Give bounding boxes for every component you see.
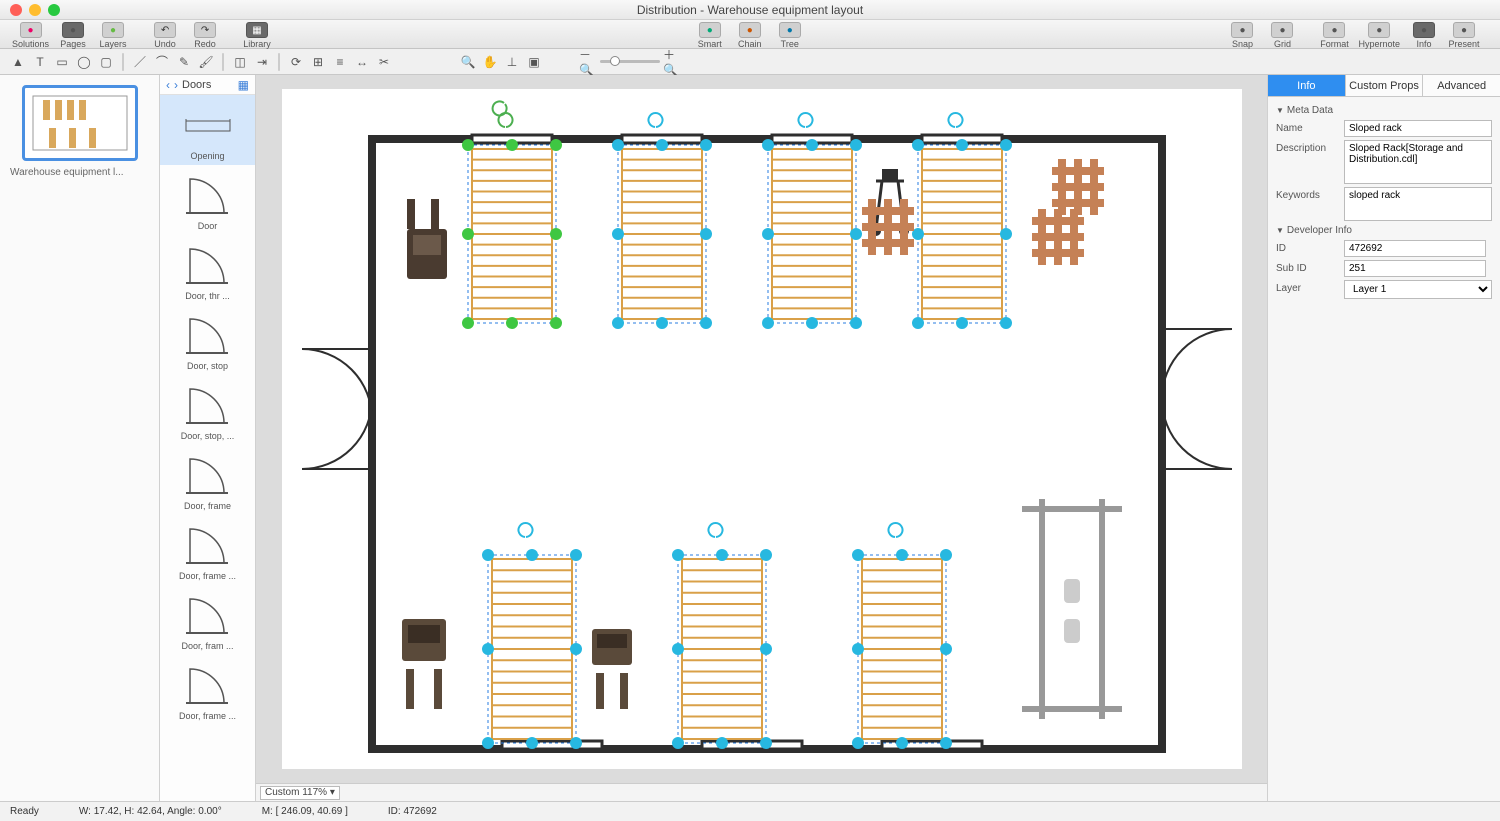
view-button-layers[interactable]: ●Layers — [93, 22, 133, 49]
brush-tool-icon[interactable]: 🖌 — [196, 53, 216, 71]
stencil-item[interactable]: Door, frame — [160, 445, 255, 515]
stencil-panel: ‹ › Doors ▦ OpeningDoorDoor, thr ...Door… — [160, 75, 256, 801]
zoom-in-plus-icon[interactable]: ＋🔍 — [662, 53, 682, 71]
fit-tool-icon[interactable]: ▣ — [524, 53, 544, 71]
separator — [122, 53, 124, 71]
stencil-item[interactable]: Door, stop — [160, 305, 255, 375]
status-dims: W: 17.42, H: 42.64, Angle: 0.00° — [79, 806, 222, 817]
selection-tool-icon[interactable]: ▲ — [8, 53, 28, 71]
hand-tool-icon[interactable]: ✋ — [480, 53, 500, 71]
rotate-tool-icon[interactable]: ⟳ — [286, 53, 306, 71]
rect-tool-icon[interactable]: ▭ — [52, 53, 72, 71]
floor-plan-canvas[interactable] — [282, 89, 1242, 769]
zoom-select[interactable]: Custom 117% ▾ — [260, 786, 340, 800]
canvas-area[interactable]: Custom 117% ▾ — [256, 75, 1267, 801]
inspector-tab-advanced[interactable]: Advanced — [1423, 75, 1500, 96]
stencil-item[interactable]: Door, stop, ... — [160, 375, 255, 445]
layer-label: Layer — [1276, 280, 1338, 294]
description-label: Description — [1276, 140, 1338, 154]
library-button[interactable]: ▦Library — [237, 22, 277, 49]
align-tool-icon[interactable]: ≡ — [330, 53, 350, 71]
separator — [222, 53, 224, 71]
group-tool-icon[interactable]: ⊞ — [308, 53, 328, 71]
main-toolbar: ●Solutions●Pages●Layers ↶Undo ↷Redo ▦Lib… — [0, 20, 1500, 49]
connector-button-chain[interactable]: ●Chain — [730, 22, 770, 49]
stamp-tool-icon[interactable]: ⊥ — [502, 53, 522, 71]
stencil-item[interactable]: Door, frame ... — [160, 655, 255, 725]
zoom-out-minus-icon[interactable]: －🔍 — [578, 53, 598, 71]
inspector-panel: InfoCustom PropsAdvanced Meta Data Name … — [1267, 75, 1500, 801]
stencil-item[interactable]: Door, fram ... — [160, 585, 255, 655]
meta-data-header[interactable]: Meta Data — [1276, 105, 1492, 116]
title-bar: Distribution - Warehouse equipment layou… — [0, 0, 1500, 20]
undo-button[interactable]: ↶Undo — [145, 22, 185, 49]
connector-button-smart[interactable]: ●Smart — [690, 22, 730, 49]
stencil-item[interactable]: Door, thr ... — [160, 235, 255, 305]
zoom-slider[interactable] — [600, 60, 660, 63]
zoom-out-icon[interactable]: 🔍 — [458, 53, 478, 71]
stencil-back-icon[interactable]: ‹ — [166, 78, 170, 92]
sub-id-label: Sub ID — [1276, 260, 1338, 274]
panel-button-hypernote[interactable]: ●Hypernote — [1354, 22, 1404, 49]
description-textarea[interactable] — [1344, 140, 1492, 184]
cut-tool-icon[interactable]: ✂ — [374, 53, 394, 71]
stencil-item[interactable]: Door — [160, 165, 255, 235]
dimension-tool-icon[interactable]: ↔ — [352, 53, 372, 71]
connector-button-tree[interactable]: ●Tree — [770, 22, 810, 49]
status-ready: Ready — [10, 806, 39, 817]
keywords-label: Keywords — [1276, 187, 1338, 201]
keywords-textarea[interactable] — [1344, 187, 1492, 221]
grid-button-grid[interactable]: ●Grid — [1262, 22, 1302, 49]
status-bar: Ready W: 17.42, H: 42.64, Angle: 0.00° M… — [0, 801, 1500, 821]
inspector-tab-custom-props[interactable]: Custom Props — [1346, 75, 1424, 96]
id-label: ID — [1276, 240, 1338, 254]
inspector-tab-info[interactable]: Info — [1268, 75, 1346, 96]
arc-tool-icon[interactable]: ⌒ — [152, 53, 172, 71]
grid-button-snap[interactable]: ●Snap — [1222, 22, 1262, 49]
view-button-pages[interactable]: ●Pages — [53, 22, 93, 49]
pages-panel: Warehouse equipment l... — [0, 75, 160, 801]
text-tool-icon[interactable]: T — [30, 53, 50, 71]
name-label: Name — [1276, 120, 1338, 134]
panel-button-format[interactable]: ●Format — [1314, 22, 1354, 49]
stencil-grid-icon[interactable]: ▦ — [238, 78, 249, 92]
export-tool-icon[interactable]: ⇥ — [252, 53, 272, 71]
stencil-fwd-icon[interactable]: › — [174, 78, 178, 92]
id-input[interactable] — [1344, 240, 1486, 257]
line-tool-icon[interactable]: ／ — [130, 53, 150, 71]
stencil-category-label: Doors — [182, 79, 211, 91]
panel-button-present[interactable]: ●Present — [1444, 22, 1484, 49]
view-button-solutions[interactable]: ●Solutions — [8, 22, 53, 49]
window-title: Distribution - Warehouse equipment layou… — [0, 3, 1500, 17]
layer-select[interactable]: Layer 1 — [1344, 280, 1492, 299]
page-thumbnail[interactable] — [22, 85, 138, 161]
redo-button[interactable]: ↷Redo — [185, 22, 225, 49]
name-input[interactable] — [1344, 120, 1492, 137]
stencil-item[interactable]: Door, frame ... — [160, 515, 255, 585]
status-id: ID: 472692 — [388, 806, 437, 817]
status-mouse: M: [ 246.09, 40.69 ] — [262, 806, 348, 817]
crop-tool-icon[interactable]: ◫ — [230, 53, 250, 71]
rounded-rect-tool-icon[interactable]: ▢ — [96, 53, 116, 71]
panel-button-info[interactable]: ●Info — [1404, 22, 1444, 49]
ellipse-tool-icon[interactable]: ◯ — [74, 53, 94, 71]
canvas-footer: Custom 117% ▾ — [256, 783, 1267, 801]
separator — [278, 53, 280, 71]
tool-icon-row: ▲ T ▭ ◯ ▢ ／ ⌒ ✎ 🖌 ◫ ⇥ ⟳ ⊞ ≡ ↔ ✂ 🔍 ✋ ⊥ ▣ … — [0, 49, 1500, 75]
stencil-item[interactable]: Opening — [160, 95, 255, 165]
pen-tool-icon[interactable]: ✎ — [174, 53, 194, 71]
page-thumbnail-label: Warehouse equipment l... — [0, 167, 159, 178]
sub-id-input[interactable] — [1344, 260, 1486, 277]
developer-info-header[interactable]: Developer Info — [1276, 225, 1492, 236]
